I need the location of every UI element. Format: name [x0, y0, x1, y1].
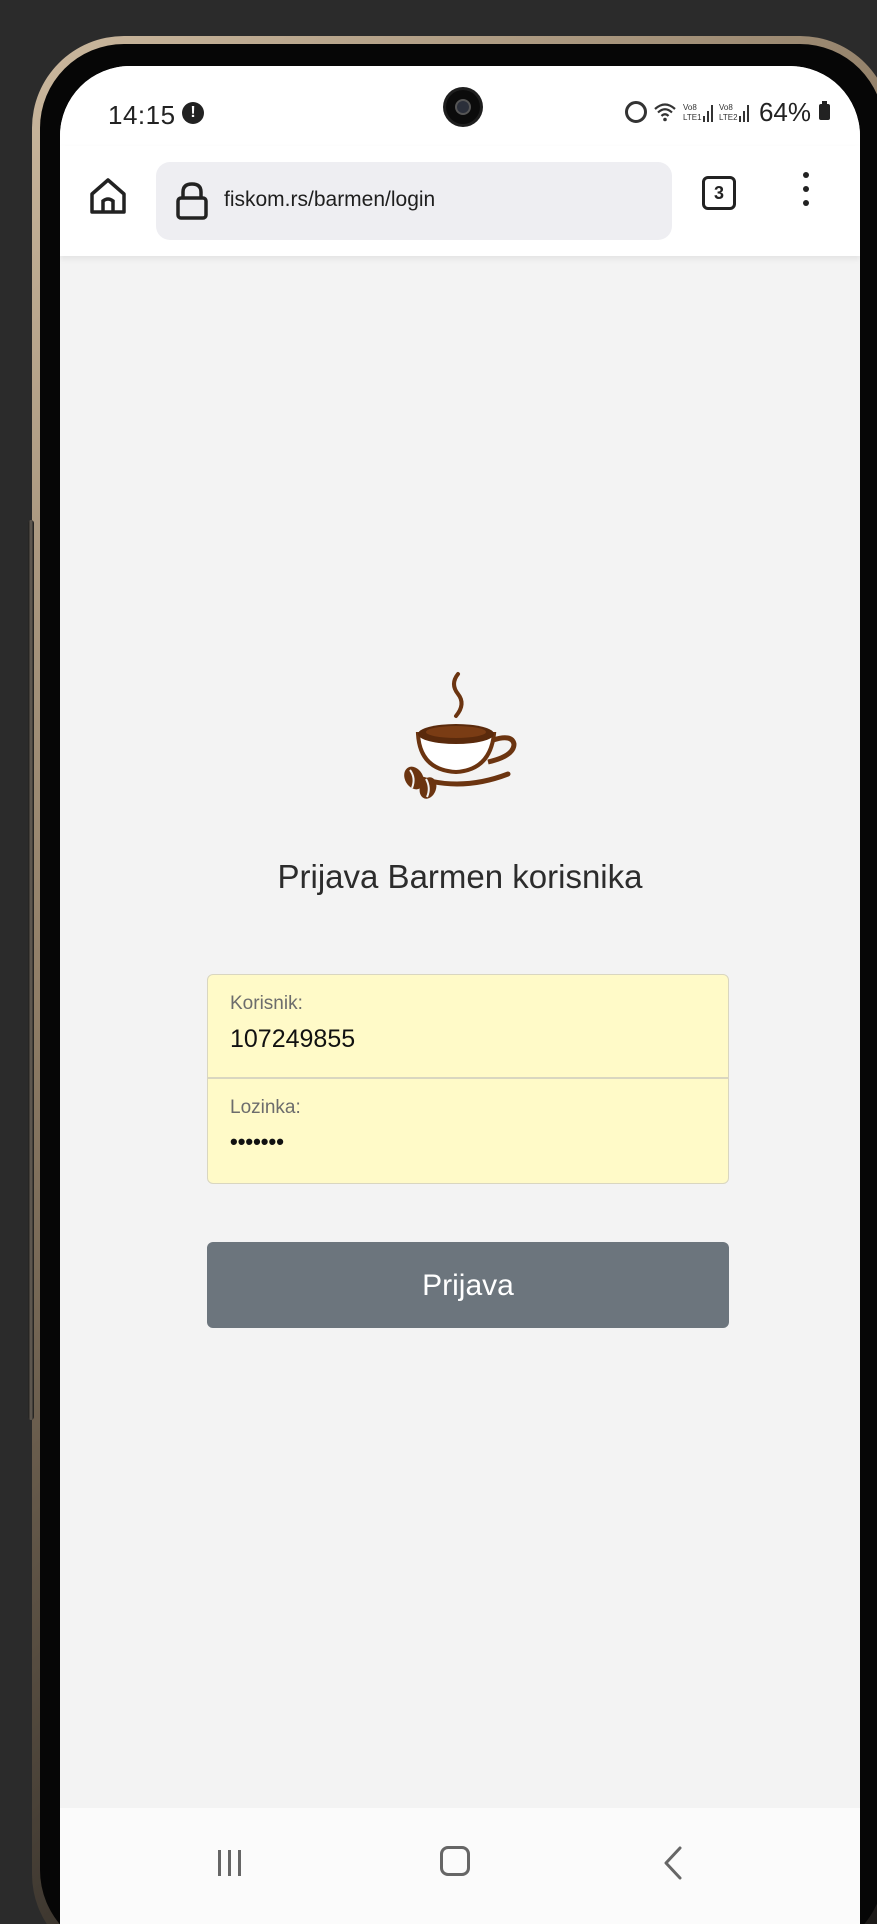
- battery-icon: [819, 101, 830, 120]
- home-nav-icon[interactable]: [440, 1846, 470, 1876]
- stage: 14:15 ! Vo8 LTE1 Vo8 LTE2 64% fiskom.rs/…: [0, 0, 877, 1924]
- recent-apps-icon[interactable]: [210, 1848, 250, 1878]
- phone-screen: 14:15 ! Vo8 LTE1 Vo8 LTE2 64% fiskom.rs/…: [60, 66, 860, 1924]
- password-field-group[interactable]: Lozinka:: [207, 1078, 729, 1184]
- url-text[interactable]: fiskom.rs/barmen/login: [224, 188, 435, 212]
- wifi-icon: [654, 103, 676, 122]
- lock-icon[interactable]: [174, 181, 210, 221]
- tabs-icon[interactable]: 3: [702, 176, 736, 210]
- status-icons: Vo8 LTE1 Vo8 LTE2 64%: [624, 96, 830, 128]
- username-label: Korisnik:: [230, 993, 303, 1014]
- front-camera: [446, 90, 480, 124]
- volte-lte1-signal-icon: Vo8 LTE1: [683, 103, 713, 122]
- browser-toolbar: fiskom.rs/barmen/login 3: [60, 146, 860, 256]
- status-time: 14:15: [108, 100, 176, 130]
- page-title: Prijava Barmen korisnika: [277, 858, 643, 895]
- more-vert-icon[interactable]: [796, 172, 816, 216]
- status-bar: 14:15 ! Vo8 LTE1 Vo8 LTE2 64%: [60, 66, 860, 146]
- alert-icon: !: [182, 102, 204, 124]
- phone-edge: [28, 520, 34, 1420]
- svg-text:LTE1: LTE1: [683, 113, 702, 122]
- password-label: Lozinka:: [230, 1097, 301, 1118]
- svg-text:LTE2: LTE2: [719, 113, 738, 122]
- login-button[interactable]: Prijava: [207, 1242, 729, 1328]
- coffee-cup-icon: [404, 672, 517, 799]
- svg-text:Vo8: Vo8: [683, 103, 697, 112]
- volte-lte2-signal-icon: Vo8 LTE2: [719, 103, 749, 122]
- password-input[interactable]: [230, 1129, 700, 1155]
- address-bar[interactable]: fiskom.rs/barmen/login: [156, 162, 672, 240]
- system-nav-bar: [60, 1808, 860, 1924]
- alarm-icon: [624, 101, 647, 123]
- svg-text:Vo8: Vo8: [719, 103, 733, 112]
- home-icon[interactable]: [86, 174, 130, 218]
- username-input[interactable]: [230, 1025, 700, 1054]
- back-icon[interactable]: [658, 1844, 688, 1882]
- username-field-group[interactable]: Korisnik:: [207, 974, 729, 1078]
- battery-level: 64%: [758, 96, 811, 127]
